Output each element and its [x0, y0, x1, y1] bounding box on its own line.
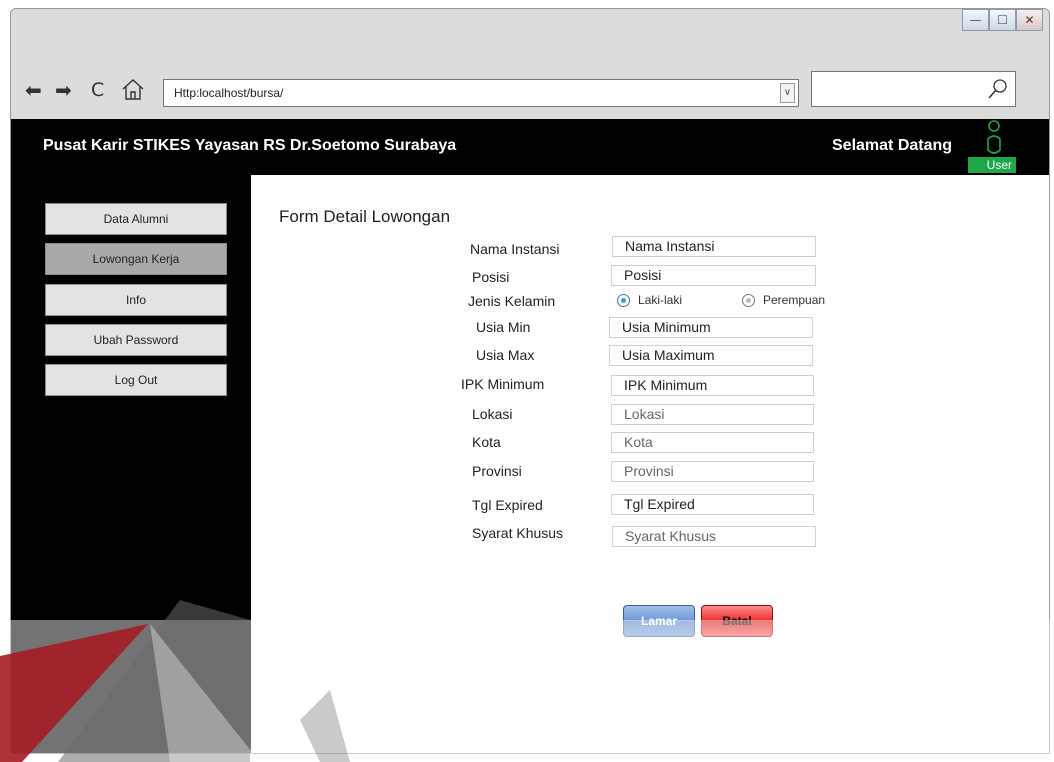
chevron-down-icon[interactable]: ∨ — [780, 83, 795, 103]
home-icon[interactable] — [121, 77, 145, 104]
radio-laki-laki[interactable]: Laki-laki — [617, 293, 682, 307]
label-jenis-kelamin: Jenis Kelamin — [468, 293, 556, 309]
radio-perempuan-label: Perempuan — [763, 293, 826, 307]
kota-field[interactable]: Kota — [611, 432, 814, 453]
window-controls: — ☐ ✕ — [962, 9, 1043, 31]
page-title: Pusat Karir STIKES Yayasan RS Dr.Soetomo… — [43, 137, 457, 154]
label-usia-max: Usia Max — [476, 347, 535, 363]
label-tgl-expired: Tgl Expired — [472, 497, 543, 513]
browser-search-input[interactable] — [811, 71, 1016, 107]
posisi-field[interactable]: Posisi — [611, 265, 816, 286]
label-nama-instansi: Nama Instansi — [470, 241, 560, 257]
browser-navbar: ⬅ ➡ C Http:localhost/bursa/ ∨ — [11, 71, 1049, 111]
lokasi-field[interactable]: Lokasi — [611, 404, 814, 425]
syarat-khusus-field[interactable]: Syarat Khusus — [612, 526, 816, 547]
browser-window: — ☐ ✕ ⬅ ➡ C Http:localhost/bursa/ ∨ Pusa… — [10, 8, 1050, 754]
radio-checked-icon[interactable] — [617, 293, 630, 307]
sidebar-item-log-out[interactable]: Log Out — [45, 364, 227, 396]
sidebar-item-ubah-password[interactable]: Ubah Password — [45, 324, 227, 356]
label-lokasi: Lokasi — [472, 406, 513, 422]
label-ipk-minimum: IPK Minimum — [461, 376, 545, 392]
lamar-button[interactable]: Lamar — [623, 605, 695, 637]
sidebar-item-lowongan-kerja[interactable]: Lowongan Kerja — [45, 243, 227, 275]
user-badge[interactable]: User — [968, 157, 1016, 173]
sidebar-item-data-alumni[interactable]: Data Alumni — [45, 203, 227, 235]
sidebar: Data Alumni Lowongan Kerja Info Ubah Pas… — [11, 175, 251, 753]
radio-laki-laki-label: Laki-laki — [638, 293, 683, 307]
address-bar[interactable]: Http:localhost/bursa/ ∨ — [163, 79, 799, 107]
batal-button[interactable]: Batal — [701, 605, 773, 637]
sidebar-item-info[interactable]: Info — [45, 284, 227, 316]
minimize-button[interactable]: — — [962, 9, 989, 31]
refresh-icon[interactable]: C — [91, 80, 104, 100]
label-posisi: Posisi — [472, 269, 510, 285]
app-header: Pusat Karir STIKES Yayasan RS Dr.Soetomo… — [11, 119, 1049, 175]
ipk-minimum-field[interactable]: IPK Minimum — [611, 375, 814, 396]
label-kota: Kota — [472, 434, 501, 450]
form-title: Form Detail Lowongan — [279, 207, 451, 226]
search-icon[interactable] — [987, 78, 1009, 105]
usia-max-field[interactable]: Usia Maximum — [609, 345, 813, 366]
maximize-button[interactable]: ☐ — [989, 9, 1016, 31]
label-usia-min: Usia Min — [476, 319, 531, 335]
usia-min-field[interactable]: Usia Minimum — [609, 317, 813, 338]
label-syarat-khusus: Syarat Khusus — [472, 525, 564, 541]
url-text: Http:localhost/bursa/ — [174, 86, 284, 100]
provinsi-field[interactable]: Provinsi — [611, 461, 814, 482]
radio-perempuan[interactable]: Perempuan — [742, 293, 825, 307]
welcome-text: Selamat Datang — [832, 137, 953, 154]
nama-instansi-field[interactable]: Nama Instansi — [612, 236, 816, 257]
main-content: Form Detail Lowongan Nama Instansi Nama … — [251, 175, 1049, 753]
close-button[interactable]: ✕ — [1016, 9, 1043, 31]
tgl-expired-field[interactable]: Tgl Expired — [611, 494, 814, 515]
back-arrow-icon[interactable]: ⬅ — [25, 80, 42, 100]
radio-unchecked-icon[interactable] — [742, 293, 755, 307]
forward-arrow-icon[interactable]: ➡ — [55, 80, 72, 100]
user-icon[interactable] — [985, 119, 1003, 162]
label-provinsi: Provinsi — [472, 463, 522, 479]
